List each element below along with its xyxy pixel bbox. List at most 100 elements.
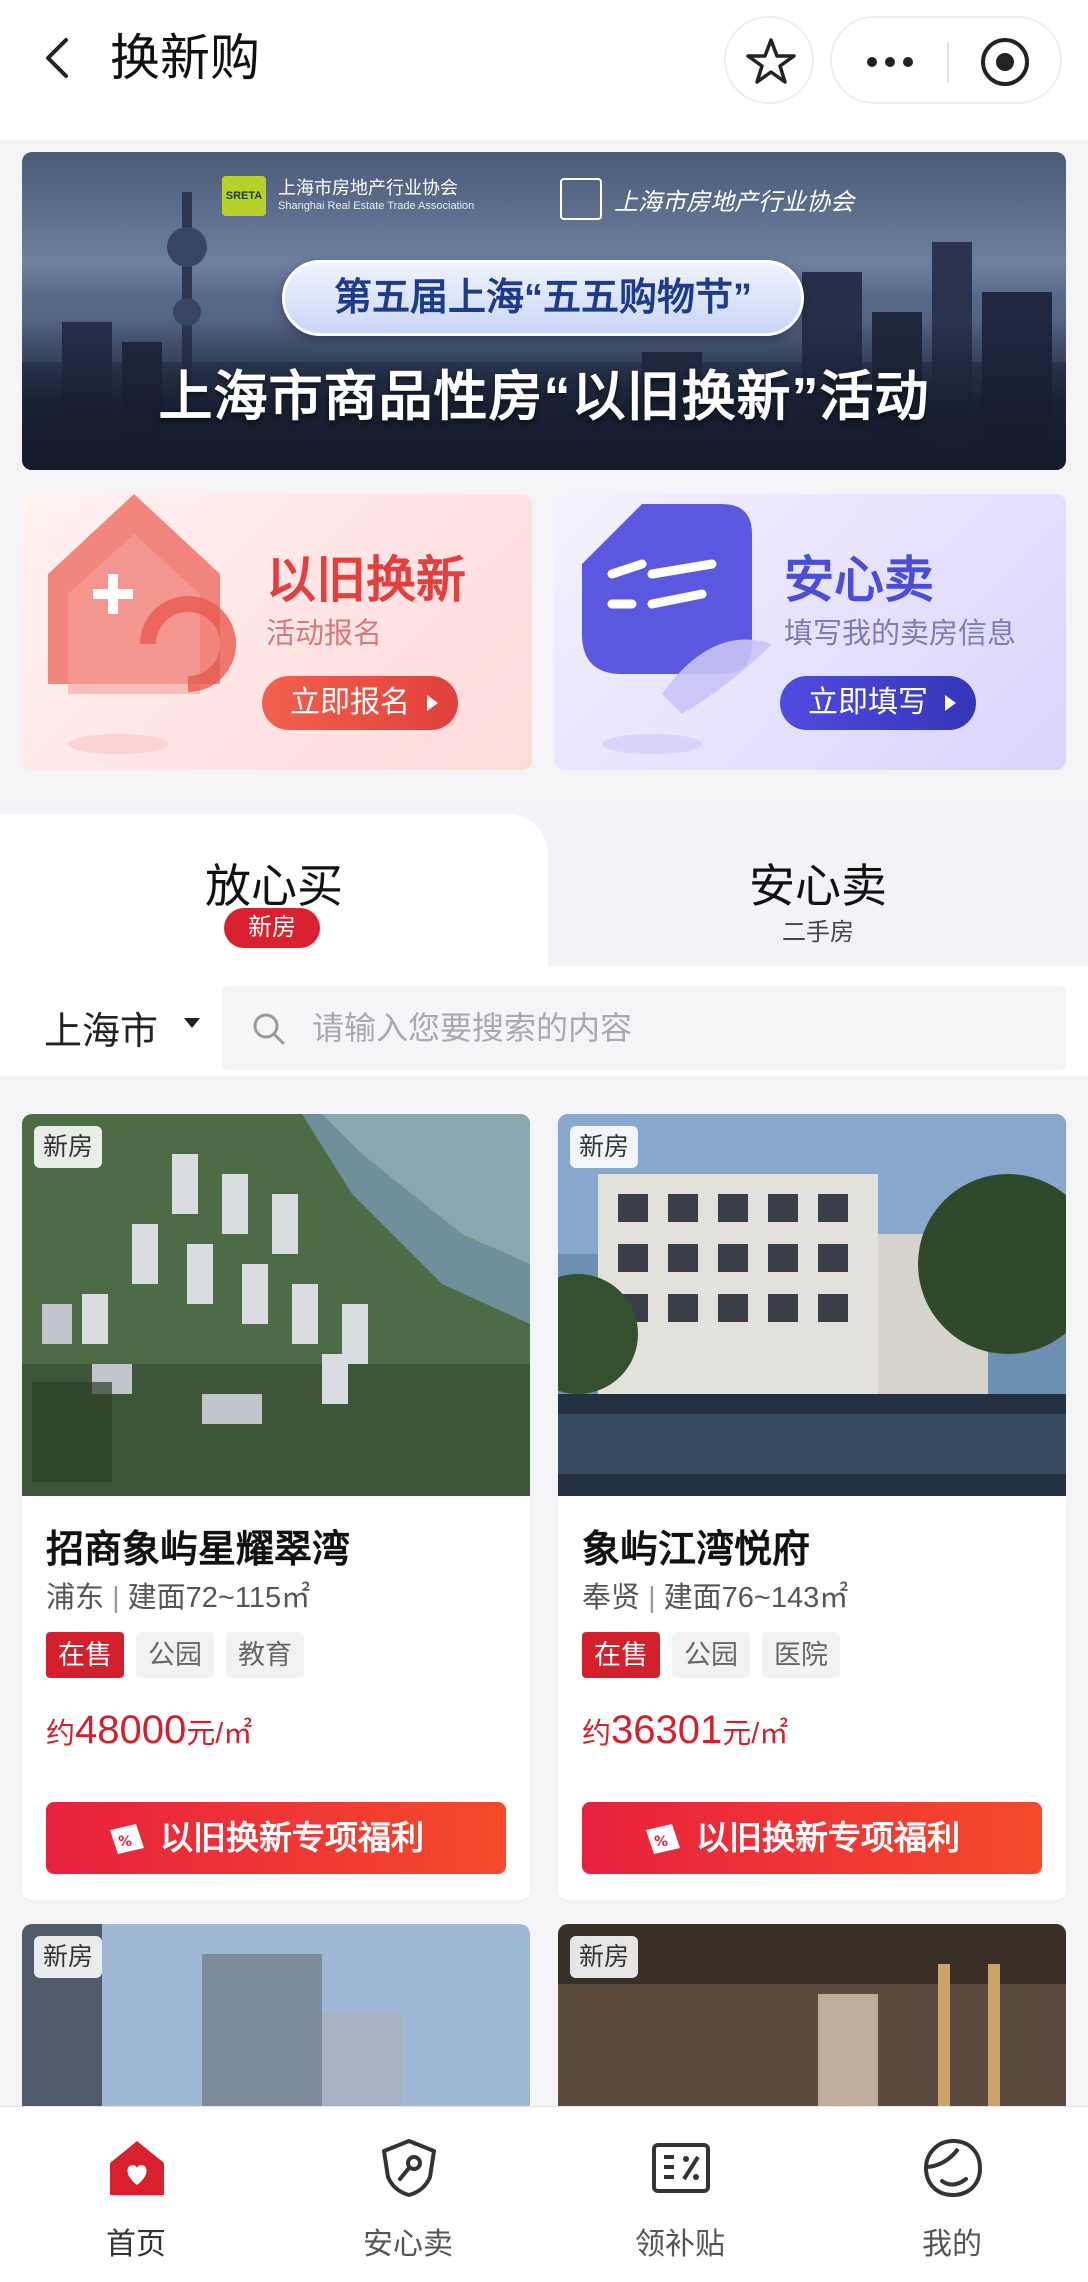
coupon-icon <box>652 2143 710 2193</box>
header: 换新购 <box>0 0 1088 140</box>
nav-subsidy[interactable]: 领补贴 <box>544 2107 816 2282</box>
search-box[interactable] <box>222 986 1066 1070</box>
association-name-en: Shanghai Real Estate Trade Association <box>278 200 475 212</box>
nav-subsidy-label: 领补贴 <box>635 2228 725 2261</box>
listing-card[interactable]: 新房 <box>558 1924 1066 2124</box>
tag-on-sale: 在售 <box>46 1632 124 1678</box>
sreta-logo: SRETA <box>222 176 266 216</box>
listing-area: 建面76~143㎡ <box>663 1582 849 1614</box>
listing-tags: 在售 公园 教育 <box>46 1632 304 1678</box>
promo-sell[interactable]: 安心卖 填写我的卖房信息 立即填写 <box>554 494 1066 770</box>
tab-buy[interactable]: 放心买 新房 <box>0 814 548 966</box>
fill-now-label: 立即填写 <box>808 686 928 719</box>
price-unit: 元/㎡ <box>722 1718 789 1750</box>
nav-home-label: 首页 <box>106 2228 166 2261</box>
register-now-button[interactable]: 立即报名 <box>262 676 458 730</box>
search-row: 上海市 <box>0 966 1088 1076</box>
svg-text:%: % <box>654 1834 668 1850</box>
cta-label: 以旧换新专项福利 <box>160 1819 424 1856</box>
tag-on-sale: 在售 <box>582 1632 660 1678</box>
listing-card[interactable]: 新房 招商象屿星耀翠湾 浦东 | 建面72~115㎡ 在售 公园 教育 约480… <box>22 1114 530 1900</box>
favorite-button[interactable] <box>724 16 814 104</box>
tab-sell-label: 安心卖 <box>749 860 887 912</box>
city-select[interactable]: 上海市 <box>44 1000 158 1055</box>
association-name-cn: 上海市房地产行业协会 <box>278 178 458 198</box>
banner-main-title: 上海市商品性房“以旧换新”活动 <box>158 367 930 427</box>
listing-area: 建面72~115㎡ <box>127 1582 311 1614</box>
listing-name: 招商象屿星耀翠湾 <box>46 1529 351 1571</box>
back-arrow-icon[interactable] <box>36 36 80 80</box>
association-logos: SRETA 上海市房地产行业协会 Shanghai Real Estate Tr… <box>222 170 942 230</box>
trade-in-benefit-button[interactable]: % 以旧换新专项福利 <box>46 1802 506 1874</box>
trade-in-benefit-button[interactable]: % 以旧换新专项福利 <box>582 1802 1042 1874</box>
event-title: 第五届上海“五五购物节” <box>333 277 752 319</box>
listings-grid: 新房 招商象屿星耀翠湾 浦东 | 建面72~115㎡ 在售 公园 教育 约480… <box>0 1076 1088 2282</box>
tab-sell-sub: 二手房 <box>782 919 854 946</box>
svg-text:%: % <box>118 1834 132 1850</box>
tag-education: 教育 <box>226 1632 304 1678</box>
home-icon <box>110 2141 164 2195</box>
listing-meta: 奉贤 | 建面76~143㎡ <box>582 1582 849 1614</box>
buy-sell-tabs: 放心买 新房 安心卖 二手房 <box>0 804 1088 966</box>
page-title: 换新购 <box>110 30 260 86</box>
coupon-percent-icon: % <box>110 1824 144 1854</box>
promo-subtitle: 活动报名 <box>266 618 383 650</box>
nav-home[interactable]: 首页 <box>0 2107 272 2282</box>
price-value: 36301 <box>611 1708 723 1752</box>
promo-subtitle: 填写我的卖房信息 <box>784 618 1017 650</box>
listing-photo <box>558 1114 1066 1496</box>
search-input[interactable] <box>312 986 1032 1070</box>
tag-park: 公园 <box>136 1632 214 1678</box>
new-home-badge: 新房 <box>570 1936 638 1978</box>
more-icon[interactable] <box>832 18 947 106</box>
star-icon <box>746 38 796 84</box>
tag-hospital: 医院 <box>762 1632 840 1678</box>
sell-form-icon <box>582 504 772 754</box>
tag-park: 公园 <box>672 1632 750 1678</box>
arrow-right-icon <box>427 695 438 711</box>
tab-buy-label: 放心买 <box>205 860 343 912</box>
event-title-pill: 第五届上海“五五购物节” <box>282 260 804 336</box>
price-prefix: 约 <box>582 1718 612 1750</box>
listing-district: 奉贤 <box>582 1582 641 1614</box>
association-seal-icon <box>560 178 602 220</box>
bottom-nav: 首页 安心卖 领补贴 我的 <box>0 2106 1088 2282</box>
nav-sell-label: 安心卖 <box>363 2228 453 2261</box>
profile-icon <box>923 2138 983 2198</box>
search-icon <box>253 1013 285 1045</box>
listing-card[interactable]: 新房 象屿江湾悦府 奉贤 | 建面76~143㎡ 在售 公园 医院 约36301… <box>558 1114 1066 1900</box>
new-home-badge: 新房 <box>570 1126 638 1168</box>
nav-sell[interactable]: 安心卖 <box>272 2107 544 2282</box>
close-target-icon[interactable] <box>949 18 1064 106</box>
tab-buy-badge: 新房 <box>224 908 320 948</box>
register-now-label: 立即报名 <box>290 686 410 719</box>
nav-profile-label: 我的 <box>922 2228 982 2261</box>
promo-title: 以旧换新 <box>266 552 466 608</box>
listing-meta: 浦东 | 建面72~115㎡ <box>46 1582 311 1614</box>
promo-title: 安心卖 <box>784 552 934 608</box>
association-script-logo: 上海市房地产行业协会 <box>614 188 854 216</box>
fill-now-button[interactable]: 立即填写 <box>780 676 976 730</box>
coupon-percent-icon: % <box>646 1824 680 1854</box>
listing-tags: 在售 公园 医院 <box>582 1632 840 1678</box>
tab-sell[interactable]: 安心卖 二手房 <box>548 814 1088 966</box>
listing-photo <box>22 1114 530 1496</box>
listing-card[interactable]: 新房 <box>22 1924 530 2124</box>
price-value: 48000 <box>75 1708 187 1752</box>
price-unit: 元/㎡ <box>186 1718 253 1750</box>
event-banner[interactable]: SRETA 上海市房地产行业协会 Shanghai Real Estate Tr… <box>22 152 1066 470</box>
promo-trade-in[interactable]: 以旧换新 活动报名 立即报名 <box>20 494 532 770</box>
arrow-right-icon <box>945 695 956 711</box>
nav-profile[interactable]: 我的 <box>816 2107 1088 2282</box>
price-prefix: 约 <box>46 1718 76 1750</box>
listing-price: 约48000元/㎡ <box>46 1708 252 1753</box>
house-plus-icon <box>48 494 236 754</box>
caret-down-icon[interactable] <box>184 1018 200 1028</box>
shield-key-icon <box>382 2139 436 2197</box>
cta-label: 以旧换新专项福利 <box>696 1819 960 1856</box>
miniprogram-capsule <box>830 16 1062 104</box>
listing-name: 象屿江湾悦府 <box>582 1529 811 1571</box>
listing-district: 浦东 <box>46 1582 105 1614</box>
listing-price: 约36301元/㎡ <box>582 1708 788 1753</box>
page: 换新购 SRETA 上海市房地产行业协会 Shanghai Real Estat… <box>0 0 1088 2282</box>
